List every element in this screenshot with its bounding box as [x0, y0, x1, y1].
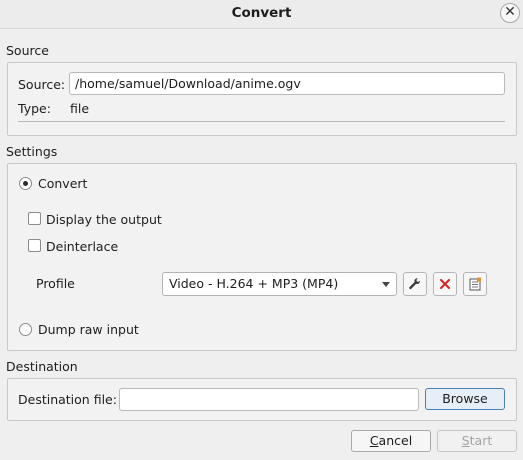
destination-section-label: Destination	[6, 359, 78, 374]
dump-raw-radio[interactable]	[19, 323, 32, 336]
deinterlace-checkbox[interactable]	[28, 239, 41, 252]
delete-profile-button[interactable]	[433, 272, 457, 296]
profile-label: Profile	[36, 276, 75, 291]
convert-radio[interactable]	[19, 177, 32, 190]
close-button[interactable]: ✕	[500, 3, 520, 23]
type-value: file	[70, 101, 90, 116]
browse-button[interactable]: Browse	[425, 388, 505, 410]
close-icon: ✕	[504, 4, 516, 20]
source-divider	[18, 121, 505, 122]
radio-selected-dot	[23, 181, 28, 186]
profile-select[interactable]: Video - H.264 + MP3 (MP4)	[162, 272, 397, 296]
display-output-label: Display the output	[46, 212, 162, 227]
wrench-icon	[409, 278, 421, 290]
destination-file-label: Destination file:	[18, 392, 117, 407]
profile-select-value: Video - H.264 + MP3 (MP4)	[169, 276, 339, 291]
window-title: Convert	[231, 5, 292, 21]
source-label: Source:	[18, 77, 66, 92]
new-profile-icon	[469, 277, 481, 291]
settings-section-label: Settings	[6, 144, 58, 159]
edit-profile-button[interactable]	[403, 272, 427, 296]
new-profile-button[interactable]	[463, 272, 487, 296]
cancel-button[interactable]: Cancel	[351, 430, 431, 452]
source-path-field[interactable]: /home/samuel/Download/anime.ogv	[69, 72, 505, 95]
source-section-label: Source	[6, 43, 49, 58]
chevron-down-icon	[382, 282, 390, 287]
destination-file-field[interactable]	[119, 388, 419, 411]
start-button[interactable]: Start	[437, 430, 517, 452]
delete-icon	[439, 278, 451, 290]
deinterlace-label: Deinterlace	[46, 239, 119, 254]
type-label: Type:	[18, 101, 51, 116]
display-output-checkbox[interactable]	[28, 212, 41, 225]
convert-label: Convert	[38, 176, 88, 191]
dump-raw-label: Dump raw input	[38, 322, 139, 337]
